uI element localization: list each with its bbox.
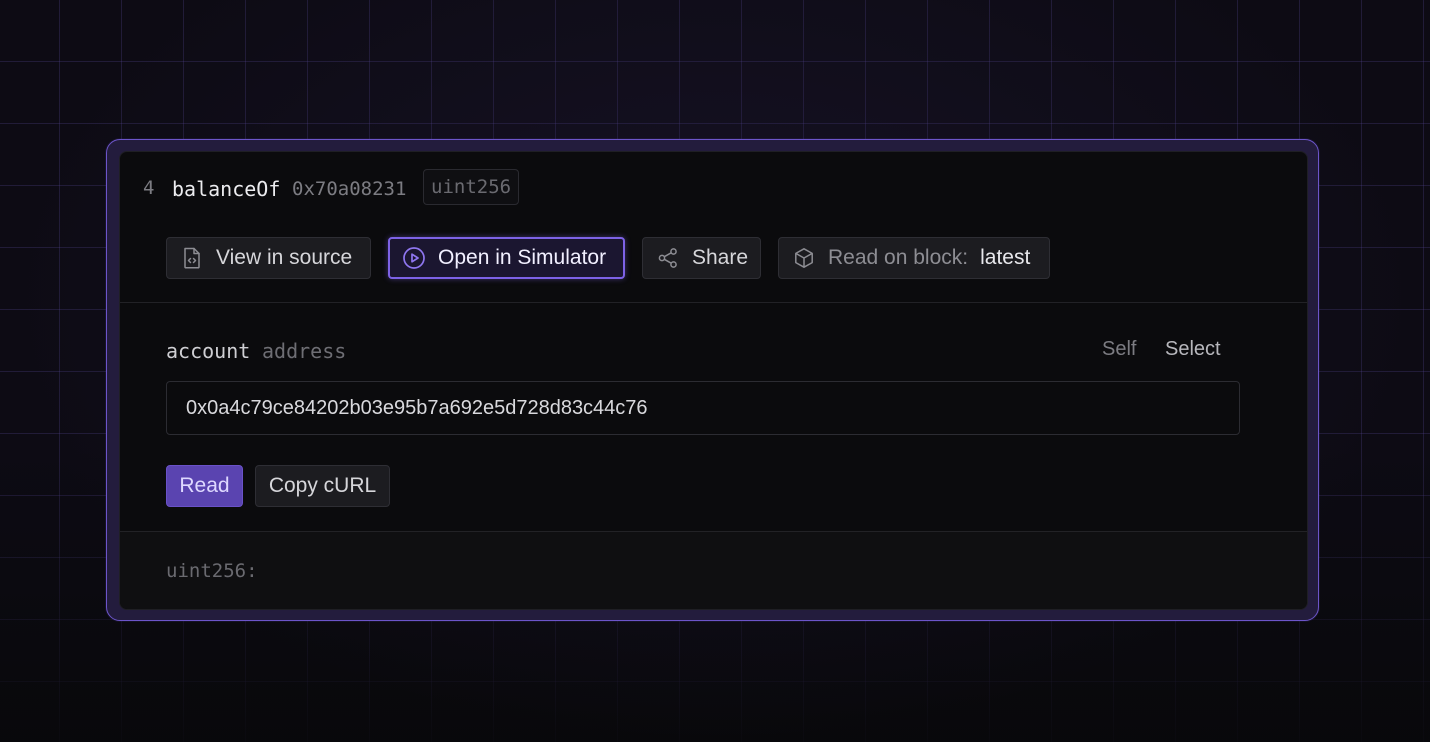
play-circle-icon [402,246,426,270]
select-link[interactable]: Select [1165,338,1221,361]
read-on-block-label: Read on block: [828,246,969,269]
read-on-block-button[interactable]: Read on block: latest [778,237,1050,279]
param-name: account [166,339,251,363]
contract-function-frame: 4 balanceOf 0x70a08231 uint256 View in s… [106,139,1319,621]
view-in-source-button[interactable]: View in source [166,237,371,279]
function-header: 4 balanceOf 0x70a08231 uint256 View in s… [120,152,1307,303]
function-inputs: account address Self Select Read Copy cU… [120,303,1307,532]
function-index: 4 [143,177,155,199]
read-on-block-value: latest [980,246,1031,269]
share-button[interactable]: Share [642,237,761,279]
copy-curl-button[interactable]: Copy cURL [255,465,390,507]
view-in-source-label: View in source [216,246,353,269]
self-link[interactable]: Self [1102,338,1136,361]
open-in-simulator-button[interactable]: Open in Simulator [388,237,625,279]
read-button[interactable]: Read [166,465,243,507]
param-type: address [262,339,347,363]
function-card: 4 balanceOf 0x70a08231 uint256 View in s… [119,151,1308,610]
share-icon [656,246,680,270]
share-label: Share [692,246,749,269]
function-selector: 0x70a08231 [292,178,407,200]
account-address-input[interactable] [166,381,1240,435]
open-in-simulator-label: Open in Simulator [438,246,607,269]
function-output: uint256: [120,532,1307,609]
output-label: uint256: [166,560,258,582]
file-code-icon [180,246,204,270]
function-name: balanceOf [172,177,281,201]
return-type-badge: uint256 [423,169,520,205]
cube-icon [792,246,816,270]
